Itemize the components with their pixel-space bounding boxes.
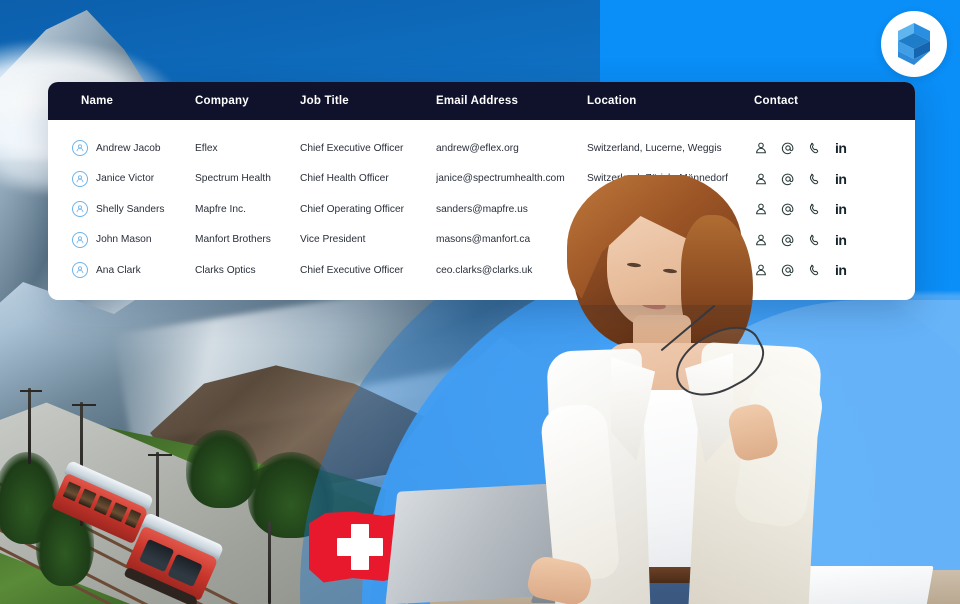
cell-job-title: Chief Health Officer (300, 173, 389, 185)
cell-location: Switzerland, Lucerne, Weggis (587, 142, 722, 154)
column-header-location[interactable]: Location (587, 95, 754, 107)
email-at-icon[interactable] (781, 141, 795, 155)
cell-company: Clarks Optics (195, 264, 256, 276)
column-header-company[interactable]: Company (195, 95, 300, 107)
user-avatar-icon (72, 170, 88, 187)
user-avatar-icon (72, 140, 88, 157)
table-header-row: Name Company Job Title Email Address Loc… (48, 82, 915, 120)
linkedin-icon[interactable]: in (835, 141, 847, 155)
cell-name: Ana Clark (48, 262, 195, 279)
table-body-top-spacer (48, 120, 915, 133)
contact-icon-group: in (754, 141, 894, 155)
cell-name: John Mason (48, 231, 195, 248)
abstract-cube-s-logo-icon (898, 23, 930, 65)
phone-icon[interactable] (808, 141, 822, 155)
cell-company: Mapfre Inc. (195, 203, 246, 215)
catenary-arm (148, 454, 172, 456)
flag-cross-horizontal (337, 538, 383, 556)
cell-name: Janice Victor (48, 170, 195, 187)
brand-logo[interactable] (881, 11, 947, 77)
cell-job-title: Vice President (300, 234, 366, 246)
cell-job-title: Chief Operating Officer (300, 203, 404, 215)
cell-job-title: Chief Executive Officer (300, 142, 404, 154)
catenary-arm (72, 404, 96, 406)
cell-contact: in (754, 141, 894, 155)
column-header-name[interactable]: Name (48, 95, 195, 107)
user-avatar-icon (72, 231, 88, 248)
cell-email: andrew@eflex.org (436, 142, 519, 154)
catenary-pole (28, 388, 31, 464)
column-header-email[interactable]: Email Address (436, 95, 587, 107)
column-header-contact[interactable]: Contact (754, 95, 894, 107)
table-row[interactable]: Andrew Jacob Eflex Chief Executive Offic… (48, 133, 915, 164)
column-header-job-title[interactable]: Job Title (300, 95, 436, 107)
cell-job-title: Chief Executive Officer (300, 264, 404, 276)
user-avatar-icon (72, 262, 88, 279)
person-icon[interactable] (754, 141, 768, 155)
cell-name: Shelly Sanders (48, 201, 195, 218)
cell-company: Eflex (195, 142, 218, 154)
cell-company: Spectrum Health (195, 173, 271, 185)
user-avatar-icon (72, 201, 88, 218)
name-text: John Mason (96, 234, 152, 246)
cell-name: Andrew Jacob (48, 140, 195, 157)
hair-side-overlay (681, 215, 753, 305)
name-text: Andrew Jacob (96, 142, 161, 154)
cell-company: Manfort Brothers (195, 234, 271, 246)
woman-occlusion-over-table (545, 175, 890, 305)
catenary-arm (20, 390, 42, 392)
name-text: Shelly Sanders (96, 203, 165, 215)
name-text: Janice Victor (96, 173, 155, 185)
name-text: Ana Clark (96, 264, 141, 276)
screenshot-root: Name Company Job Title Email Address Loc… (0, 0, 960, 604)
